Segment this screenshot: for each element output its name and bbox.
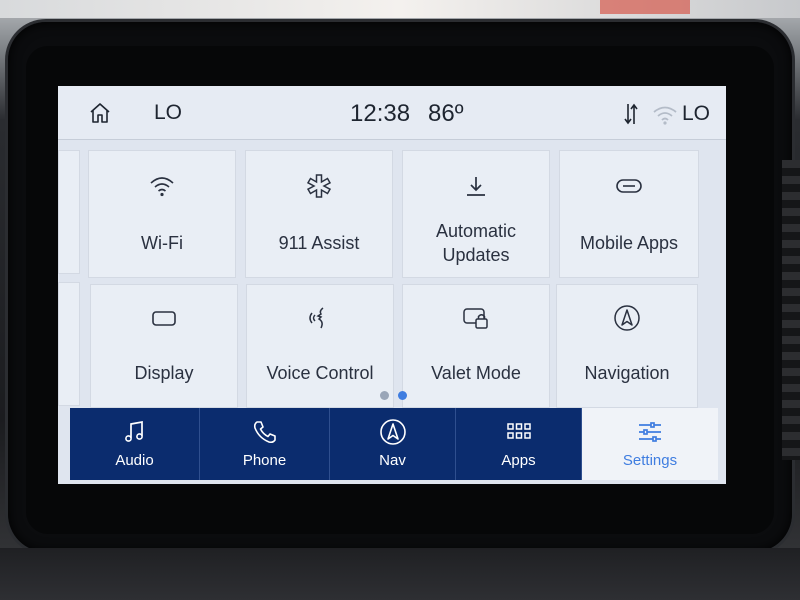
bottom-nav-bar: Audio Phone Nav Apps Settings — [70, 408, 718, 480]
nav-audio[interactable]: Audio — [70, 408, 200, 480]
right-fan-speed-label[interactable]: LO — [682, 102, 710, 126]
tile-label: Mobile Apps — [579, 233, 679, 253]
tile-automatic-updates[interactable]: Automatic Updates — [402, 150, 550, 278]
nav-apps[interactable]: Apps — [456, 408, 582, 480]
background-glare — [0, 0, 800, 18]
tile-label: Voice Control — [266, 363, 374, 383]
dashboard-trim — [0, 548, 800, 600]
tile-mobile-apps[interactable]: Mobile Apps — [559, 150, 699, 278]
settings-grid: Wi-Fi 911 Assist Automatic Updates Mobil… — [58, 142, 726, 408]
valet-lock-icon — [463, 308, 488, 329]
status-bar: LO 12:38 86º LO — [58, 86, 726, 140]
tile-label: Valet Mode — [431, 363, 521, 383]
tile-valet-mode[interactable]: Valet Mode — [402, 284, 550, 408]
tile-voice-control[interactable]: Voice Control — [246, 284, 394, 408]
infotainment-screen: LO 12:38 86º LO Wi-Fi 911 Assist Automat… — [58, 86, 726, 484]
page-dot-active[interactable] — [398, 391, 407, 400]
navigation-icon — [379, 419, 406, 445]
nav-label: Audio — [115, 452, 154, 469]
clock: 12:38 — [350, 100, 411, 127]
tile-label-line1: Automatic — [435, 221, 517, 241]
home-icon[interactable] — [88, 101, 112, 125]
tile-label: Navigation — [584, 363, 670, 383]
display-icon — [152, 311, 176, 326]
tile-navigation[interactable]: Navigation — [556, 284, 698, 408]
nav-settings[interactable]: Settings — [582, 408, 718, 480]
nav-label: Settings — [622, 452, 678, 469]
data-transfer-icon — [624, 103, 638, 125]
music-note-icon — [124, 420, 143, 442]
tile-label: Wi-Fi — [141, 233, 183, 253]
navigation-icon — [614, 305, 640, 331]
apps-grid-icon — [506, 423, 531, 439]
air-vent — [782, 160, 800, 460]
nav-nav[interactable]: Nav — [330, 408, 456, 480]
outside-temperature: 86º — [428, 100, 464, 127]
tile-display[interactable]: Display — [90, 284, 238, 408]
wifi-icon — [150, 177, 174, 197]
tile-wifi[interactable]: Wi-Fi — [88, 150, 236, 278]
download-icon — [467, 177, 485, 196]
tile-label-line2: Updates — [442, 245, 510, 265]
voice-icon — [309, 307, 324, 329]
link-icon — [616, 179, 642, 193]
left-fan-speed-label[interactable]: LO — [154, 101, 182, 125]
previous-page-tile-edge — [58, 282, 80, 406]
nav-label: Apps — [501, 452, 536, 469]
previous-page-tile-edge — [58, 150, 80, 274]
phone-icon — [253, 421, 276, 444]
page-dot[interactable] — [380, 391, 389, 400]
page-indicator — [380, 391, 420, 401]
wifi-icon — [653, 106, 677, 125]
tile-label: 911 Assist — [278, 233, 360, 253]
background-red-object — [600, 0, 690, 14]
settings-sliders-icon — [639, 422, 661, 442]
nav-phone[interactable]: Phone — [200, 408, 330, 480]
snowflake-star-icon — [306, 174, 332, 198]
nav-label: Nav — [379, 452, 406, 469]
nav-label: Phone — [242, 452, 287, 469]
tile-label: Display — [134, 363, 194, 383]
tile-911-assist[interactable]: 911 Assist — [245, 150, 393, 278]
